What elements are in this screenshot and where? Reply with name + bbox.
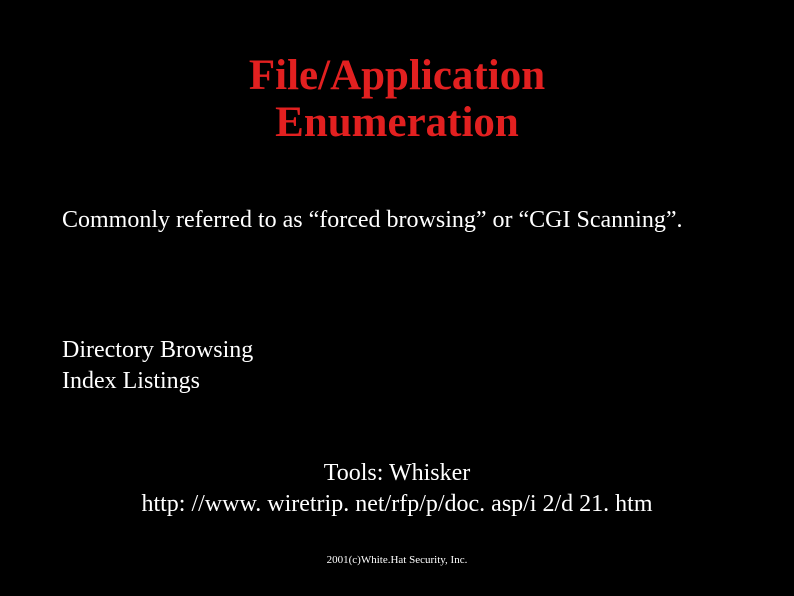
footer-copyright: 2001(c)White.Hat Security, Inc. — [0, 554, 794, 566]
browsing-line-2: Index Listings — [62, 366, 253, 397]
tools-section: Tools: Whisker http: //www. wiretrip. ne… — [62, 458, 732, 520]
title-line-1: File/Application — [249, 52, 545, 99]
tools-url: http: //www. wiretrip. net/rfp/p/doc. as… — [62, 489, 732, 520]
slide-container: File/Application Enumeration Commonly re… — [0, 0, 794, 596]
title-line-2: Enumeration — [275, 99, 519, 146]
browsing-line-1: Directory Browsing — [62, 335, 253, 366]
browsing-section: Directory Browsing Index Listings — [62, 335, 253, 397]
slide-title: File/Application Enumeration — [0, 0, 794, 147]
intro-text: Commonly referred to as “forced browsing… — [62, 205, 732, 236]
tools-label: Tools: Whisker — [62, 458, 732, 489]
